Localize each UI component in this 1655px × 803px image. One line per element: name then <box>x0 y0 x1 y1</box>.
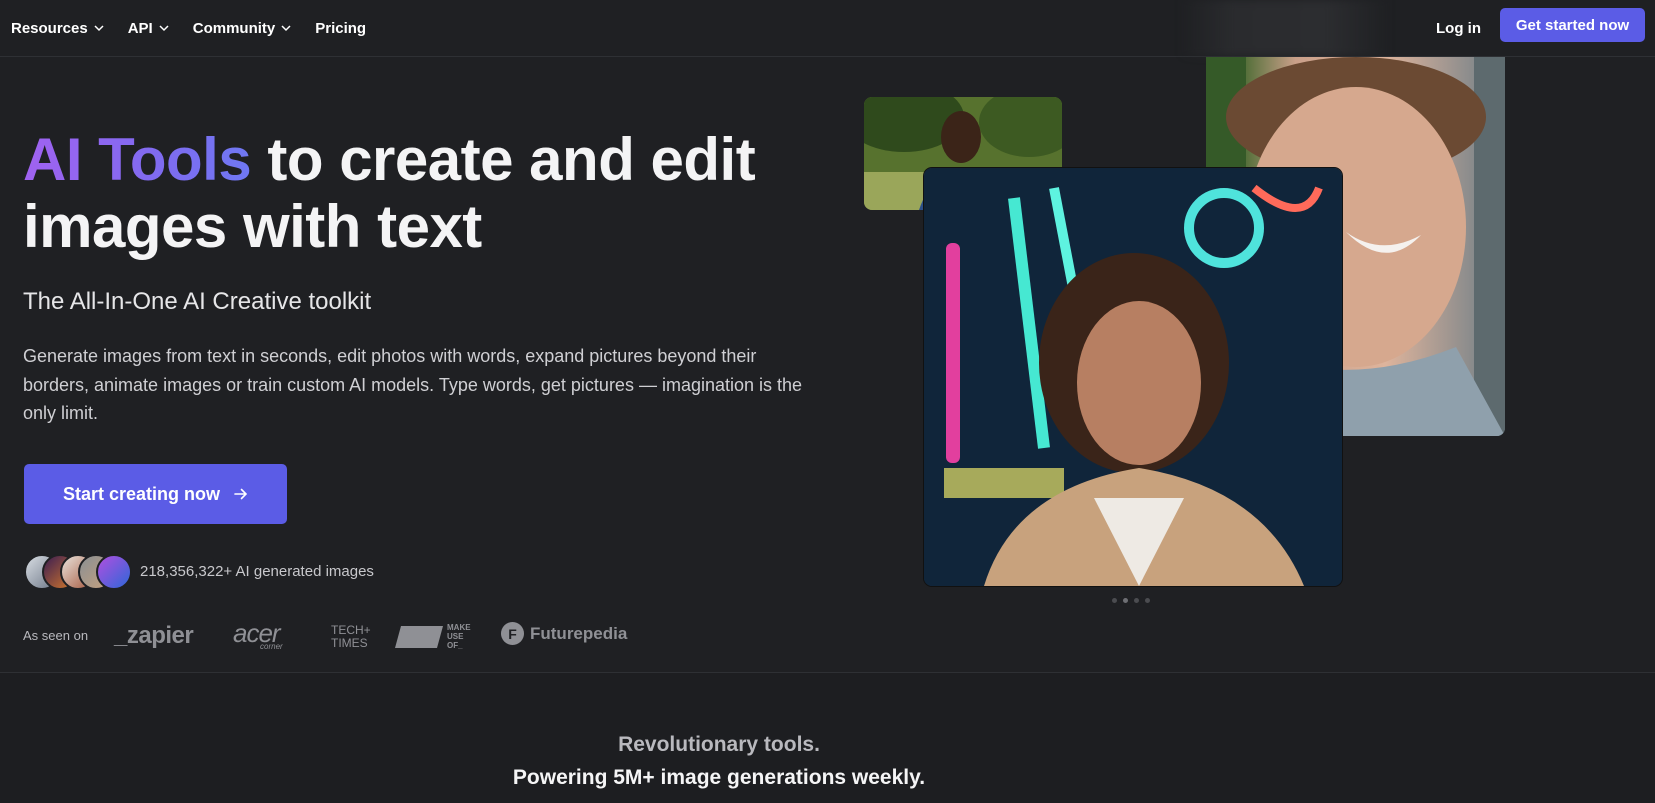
nav-api-label: API <box>127 19 153 37</box>
makeuseof-line3: OF_ <box>447 641 463 650</box>
zapier-logo: _zapier <box>114 622 194 649</box>
arrow-right-icon <box>234 488 248 500</box>
nav-blur-overlay <box>1180 0 1390 56</box>
get-started-button[interactable]: Get started now <box>1500 8 1645 42</box>
chevron-down-icon <box>159 25 169 32</box>
futurepedia-logo: F Futurepedia <box>501 622 627 645</box>
carousel-dot[interactable] <box>1112 598 1117 603</box>
acer-logo-sub: corner <box>260 642 283 651</box>
hero-title-rest: to create and edit <box>267 126 756 193</box>
hero-title-line2: images with text <box>23 193 482 260</box>
start-creating-button[interactable]: Start creating now <box>24 464 287 524</box>
nav-community-label: Community <box>192 19 276 37</box>
carousel-dots <box>1112 598 1150 603</box>
section-heading-line2: Powering 5M+ image generations weekly. <box>512 766 926 789</box>
avatar <box>96 554 132 590</box>
avatar-stack <box>24 554 134 590</box>
tech-times-logo: TECH+ TIMES <box>331 624 371 650</box>
makeuseof-text: MAKE USE OF_ <box>447 623 471 650</box>
nav-pricing-label: Pricing <box>315 19 367 37</box>
top-nav: Resources API Community Pricing Log in G… <box>0 0 1655 57</box>
nav-menu: Resources API Community Pricing <box>11 20 390 37</box>
makeuseof-line2: USE <box>447 632 464 641</box>
nav-api[interactable]: API <box>128 20 169 37</box>
section-heading-line1: Revolutionary tools. <box>618 733 820 756</box>
portrait-illustration <box>924 168 1342 586</box>
futurepedia-badge-icon: F <box>501 622 524 645</box>
makeuseof-line1: MAKE <box>447 623 471 632</box>
nav-community[interactable]: Community <box>193 20 292 37</box>
hero-title: AI Tools to create and edit images with … <box>23 126 783 260</box>
makeuseof-logo: MAKE USE OF_ <box>395 623 479 655</box>
start-creating-label: Start creating now <box>62 483 221 504</box>
as-seen-on-label: As seen on <box>23 628 89 643</box>
tech-times-line2: TIMES <box>331 636 368 650</box>
login-link[interactable]: Log in <box>1436 13 1481 43</box>
carousel-dot[interactable] <box>1145 598 1150 603</box>
hero-title-accent: AI Tools <box>23 126 252 193</box>
futurepedia-label: Futurepedia <box>530 623 628 643</box>
hero-description: Generate images from text in seconds, ed… <box>23 346 803 423</box>
hero-image-woman-neon <box>924 168 1342 586</box>
nav-pricing[interactable]: Pricing <box>315 20 366 37</box>
hero-subtitle: The All-In-One AI Creative toolkit <box>23 288 372 315</box>
carousel-dot[interactable] <box>1134 598 1139 603</box>
generated-count: 218,356,322+ AI generated images <box>140 563 374 580</box>
nav-resources[interactable]: Resources <box>11 20 104 37</box>
carousel-dot-active[interactable] <box>1123 598 1128 603</box>
chevron-down-icon <box>94 25 104 32</box>
nav-resources-label: Resources <box>11 19 88 37</box>
chevron-down-icon <box>281 25 291 32</box>
